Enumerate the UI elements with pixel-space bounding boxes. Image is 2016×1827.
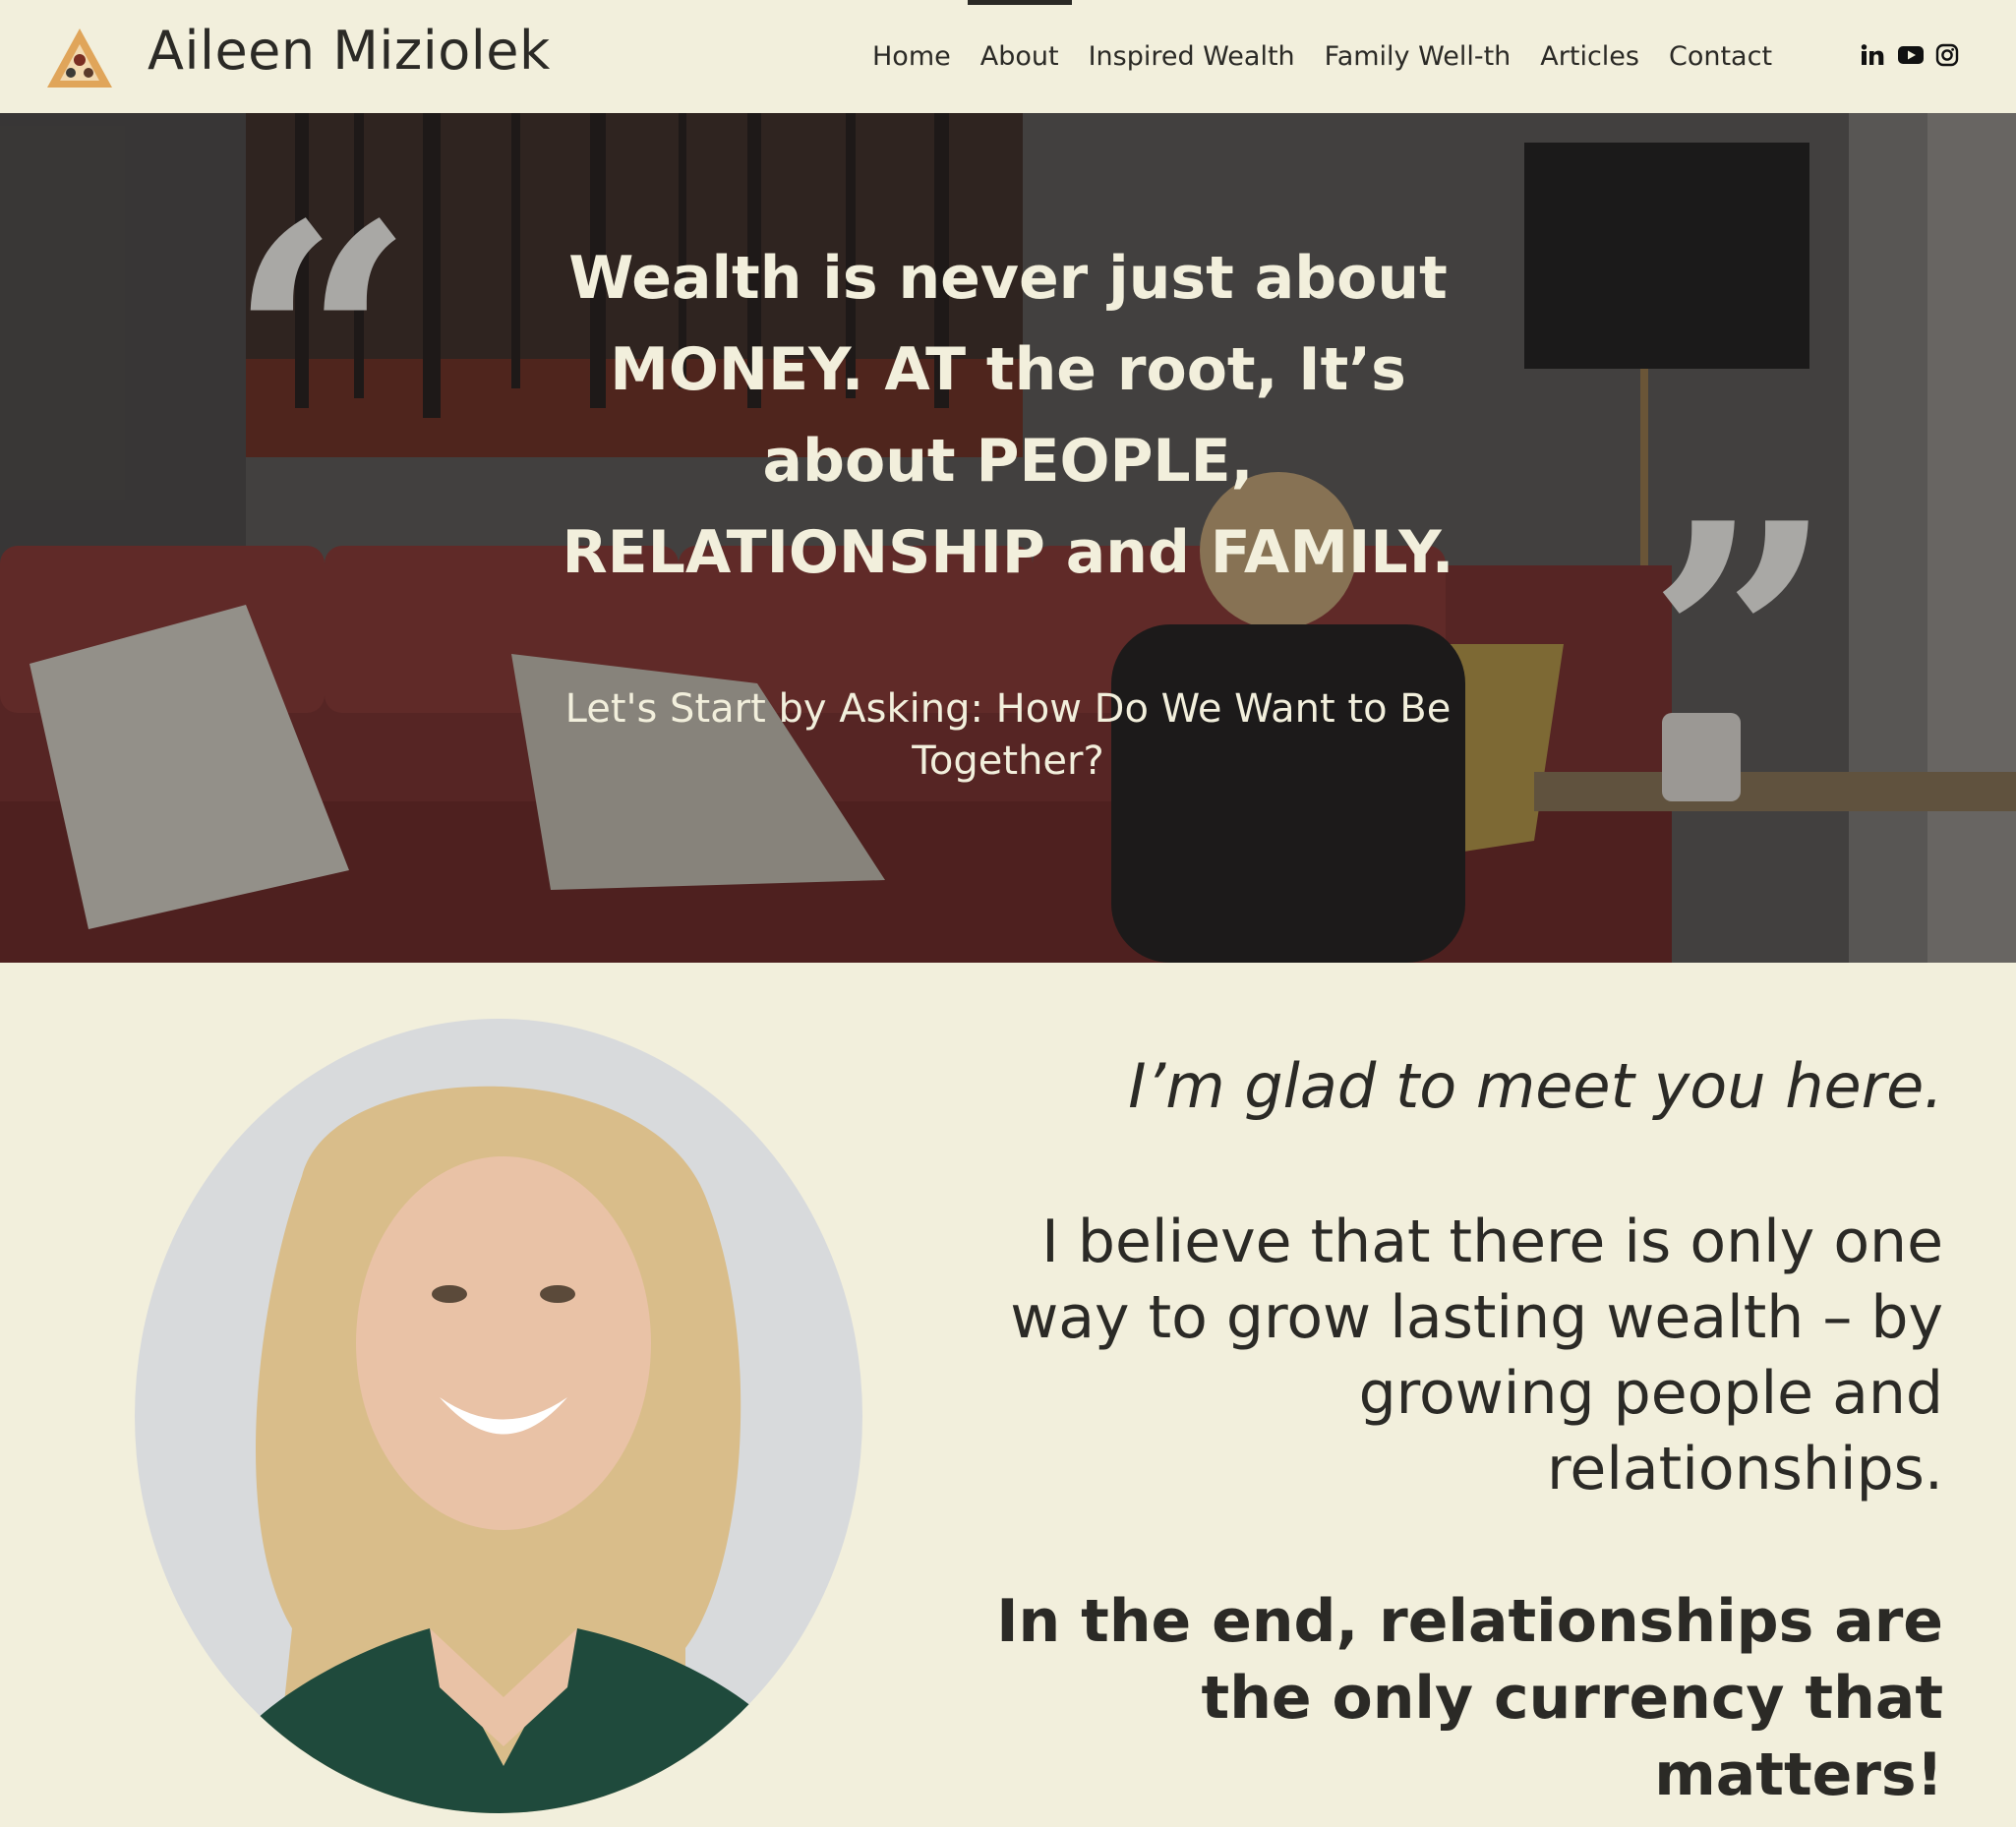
site-header: Aileen Miziolek Home About Inspired Weal… [0, 0, 2016, 113]
linkedin-icon[interactable] [1861, 43, 1884, 67]
hero-subtitle: Let's Start by Asking: How Do We Want to… [564, 686, 1452, 784]
close-quote-mark: ” [1647, 452, 1834, 834]
nav-about[interactable]: About [966, 0, 1074, 113]
instagram-icon[interactable] [1935, 43, 1959, 67]
nav-inspired-wealth[interactable]: Inspired Wealth [1074, 0, 1310, 113]
open-quote-mark: “ [228, 153, 415, 535]
triangle-logo-icon[interactable] [45, 27, 114, 89]
hero-title: Wealth is never just about MONEY. AT the… [562, 244, 1454, 587]
youtube-icon[interactable] [1898, 43, 1924, 67]
nav-articles[interactable]: Articles [1525, 0, 1654, 113]
nav-home[interactable]: Home [858, 0, 966, 113]
greeting-text: I’m glad to meet you here. [1128, 1050, 1943, 1122]
social-links [1861, 43, 1959, 67]
site-brand-name[interactable]: Aileen Miziolek [148, 20, 551, 82]
portrait-photo [135, 1019, 862, 1813]
nav-family-wellth[interactable]: Family Well-th [1310, 0, 1526, 113]
nav-contact[interactable]: Contact [1654, 0, 1787, 113]
closing-statement: In the end, relationships are the only c… [996, 1587, 1943, 1809]
hero-section: “ ” Wealth is never just about MONEY. AT… [0, 113, 2016, 963]
belief-text: I believe that there is only one way to … [1010, 1208, 1943, 1503]
main-nav: Home About Inspired Wealth Family Well-t… [858, 0, 1787, 113]
